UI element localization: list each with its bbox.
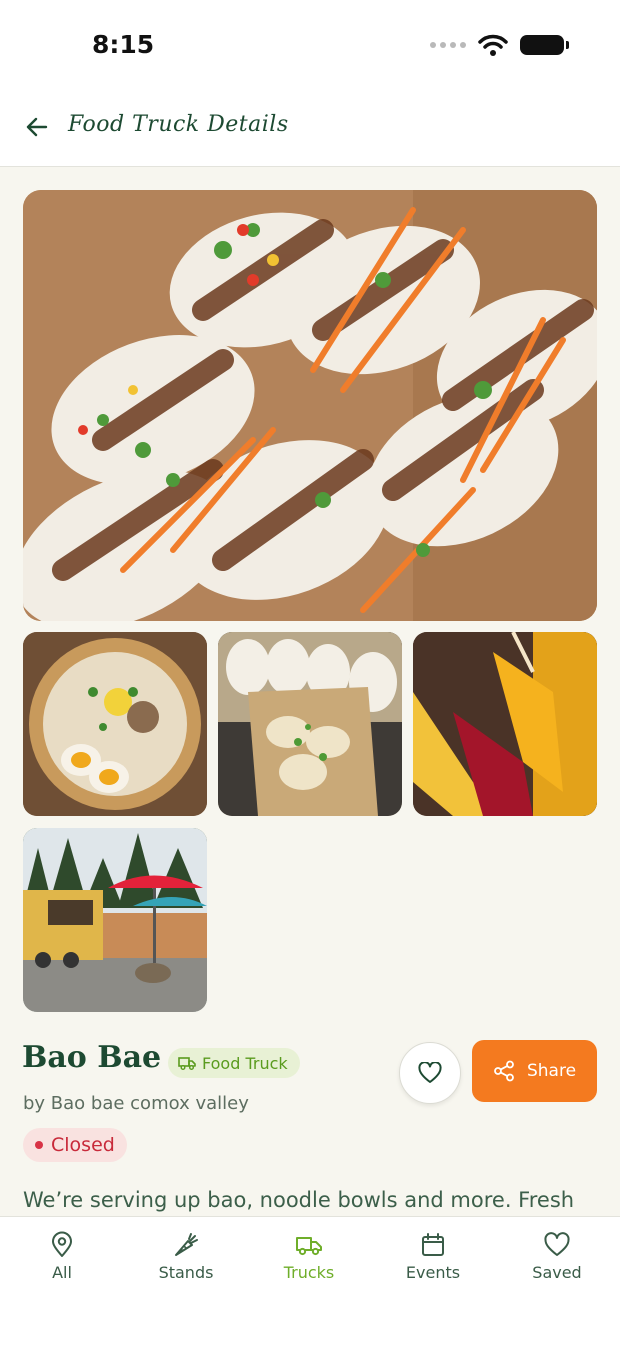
- noodle-bowl-image: [23, 632, 207, 816]
- status-badge: Closed: [23, 1128, 127, 1162]
- type-badge: Food Truck: [168, 1048, 300, 1078]
- tab-all[interactable]: All: [12, 1231, 112, 1282]
- gallery-thumbnail-truck-site[interactable]: [23, 828, 207, 1012]
- tab-trucks-label: Trucks: [283, 1263, 335, 1282]
- page-header: Food Truck Details: [0, 92, 620, 167]
- carrot-icon: [175, 1233, 198, 1256]
- truck-name: Bao Bae: [22, 1040, 162, 1075]
- owner-line: by Bao bae comox valley: [23, 1093, 249, 1114]
- share-button[interactable]: Share: [472, 1040, 597, 1102]
- share-icon: [494, 1060, 514, 1082]
- status-label: Closed: [51, 1134, 115, 1156]
- battery-icon: [520, 35, 569, 55]
- gallery-thumbnail-noodle-bowl[interactable]: [23, 632, 207, 816]
- truck-site-image: [23, 828, 207, 1012]
- truck-icon: [178, 1057, 196, 1070]
- tab-trucks[interactable]: Trucks: [259, 1231, 359, 1282]
- heart-icon: [544, 1232, 570, 1256]
- tab-stands-label: Stands: [158, 1263, 214, 1282]
- tab-saved[interactable]: Saved: [507, 1231, 607, 1282]
- page-title: Food Truck Details: [68, 112, 289, 137]
- heart-icon: [418, 1062, 442, 1083]
- hero-photo[interactable]: [23, 190, 597, 621]
- status-time: 8:15: [92, 30, 155, 59]
- type-badge-label: Food Truck: [202, 1053, 288, 1073]
- dumplings-image: [218, 632, 402, 816]
- tab-all-label: All: [52, 1263, 72, 1282]
- status-icons: [430, 34, 569, 56]
- bottom-tab-bar: All Stands Trucks Events Saved: [0, 1216, 620, 1348]
- location-pin-icon: [52, 1231, 72, 1257]
- back-arrow-icon[interactable]: [22, 112, 52, 142]
- tab-saved-label: Saved: [532, 1263, 582, 1282]
- share-label: Share: [526, 1061, 577, 1081]
- wifi-icon: [478, 34, 508, 56]
- status-dot: [35, 1141, 43, 1149]
- drinks-image: [413, 632, 597, 816]
- calendar-icon: [422, 1233, 444, 1256]
- gallery-thumbnail-drinks[interactable]: [413, 632, 597, 816]
- gallery-thumbnail-dumplings[interactable]: [218, 632, 402, 816]
- bao-buns-image: [23, 190, 597, 621]
- status-bar: 8:15: [0, 0, 620, 92]
- truck-icon: [296, 1237, 322, 1256]
- favorite-button[interactable]: [399, 1042, 461, 1104]
- tab-stands[interactable]: Stands: [136, 1231, 236, 1282]
- description: We’re serving up bao, noodle bowls and m…: [23, 1188, 575, 1212]
- tab-events[interactable]: Events: [383, 1231, 483, 1282]
- signal-icon: [430, 42, 466, 48]
- tab-events-label: Events: [405, 1263, 461, 1282]
